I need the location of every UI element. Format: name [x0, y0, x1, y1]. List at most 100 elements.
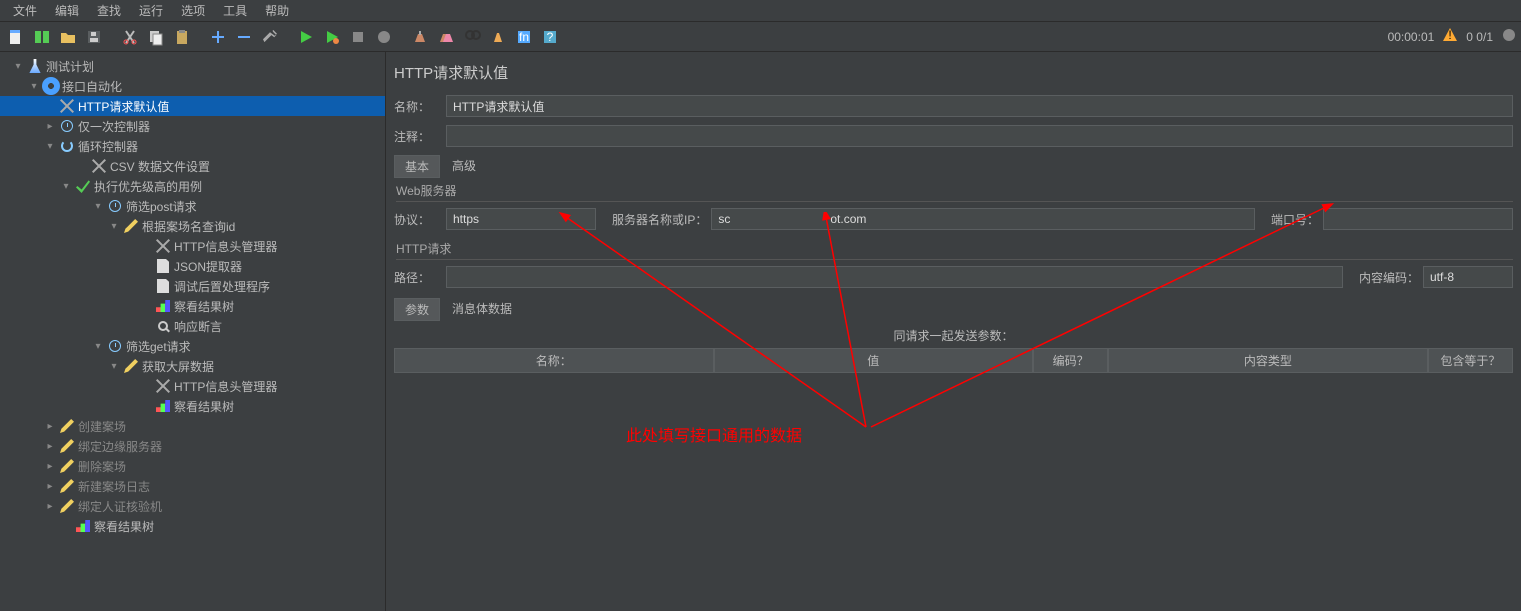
tree-item[interactable]: HTTP请求默认值 — [0, 96, 385, 116]
expander-icon[interactable]: ▾ — [12, 61, 24, 72]
encoding-label: 内容编码： — [1359, 269, 1419, 286]
tree-item[interactable]: ▾接口自动化 — [0, 76, 385, 96]
expander-icon[interactable]: ▸ — [44, 421, 56, 432]
tree-item[interactable]: HTTP信息头管理器 — [0, 236, 385, 256]
clear-all-icon[interactable] — [434, 25, 458, 49]
tree-panel[interactable]: ▾ 测试计划▾接口自动化 HTTP请求默认值 ▸ 仅一次控制器▾循环控制器CSV 数据文… — [0, 52, 386, 611]
expander-icon[interactable]: ▾ — [44, 141, 56, 152]
new-icon[interactable] — [4, 25, 28, 49]
shutdown-icon[interactable] — [372, 25, 396, 49]
expander-icon[interactable]: ▸ — [44, 461, 56, 472]
flask-icon — [27, 58, 43, 74]
encoding-input[interactable] — [1423, 266, 1513, 288]
tab-body[interactable]: 消息体数据 — [442, 298, 522, 321]
templates-icon[interactable] — [30, 25, 54, 49]
expander-icon[interactable]: ▾ — [92, 341, 104, 352]
col-include[interactable]: 包含等于？ — [1428, 348, 1513, 373]
function-icon[interactable]: fn — [512, 25, 536, 49]
menu-file[interactable]: 文件 — [5, 0, 45, 21]
tree-item[interactable]: ▸新建案场日志 — [0, 476, 385, 496]
tree-item[interactable]: ▸删除案场 — [0, 456, 385, 476]
name-input[interactable] — [446, 95, 1513, 117]
warning-icon[interactable]: ! — [1442, 27, 1458, 46]
tree-item-label: HTTP请求默认值 — [78, 98, 169, 115]
port-input[interactable] — [1323, 208, 1513, 230]
expander-icon[interactable]: ▸ — [44, 121, 56, 132]
menu-help[interactable]: 帮助 — [257, 0, 297, 21]
protocol-input[interactable] — [446, 208, 596, 230]
copy-icon[interactable] — [144, 25, 168, 49]
expander-icon[interactable]: ▾ — [60, 181, 72, 192]
tree-item[interactable]: 察看结果树 — [0, 296, 385, 316]
tree-item[interactable]: 调试后置处理程序 — [0, 276, 385, 296]
plus-icon[interactable] — [206, 25, 230, 49]
menu-tools[interactable]: 工具 — [215, 0, 255, 21]
chart-icon — [155, 398, 171, 414]
expander-icon[interactable]: ▾ — [108, 361, 120, 372]
tree-item[interactable]: HTTP信息头管理器 — [0, 376, 385, 396]
expander-icon[interactable]: ▾ — [108, 221, 120, 232]
help-icon[interactable]: ? — [538, 25, 562, 49]
tree-item[interactable]: ▾筛选post请求 — [0, 196, 385, 216]
wrench-icon[interactable] — [258, 25, 282, 49]
tree-item[interactable]: JSON提取器 — [0, 256, 385, 276]
comment-input[interactable] — [446, 125, 1513, 147]
x-icon — [91, 158, 107, 174]
tree-item[interactable]: 察看结果树 — [0, 396, 385, 416]
tree-item[interactable]: 察看结果树 — [0, 516, 385, 536]
tree-item[interactable]: ▾获取大屏数据 — [0, 356, 385, 376]
expander-icon[interactable]: ▾ — [92, 201, 104, 212]
tree-item[interactable]: ▸绑定人证核验机 — [0, 496, 385, 516]
tree-item-label: HTTP信息头管理器 — [174, 378, 277, 395]
tree-item[interactable]: CSV 数据文件设置 — [0, 156, 385, 176]
tree-item[interactable]: ▾根据案场名查询id — [0, 216, 385, 236]
tree-item[interactable]: ▸ 仅一次控制器 — [0, 116, 385, 136]
menu-edit[interactable]: 编辑 — [47, 0, 87, 21]
expander-icon[interactable]: ▸ — [44, 481, 56, 492]
stop-icon[interactable] — [346, 25, 370, 49]
doc-icon — [155, 278, 171, 294]
cut-icon[interactable] — [118, 25, 142, 49]
run-no-pause-icon[interactable] — [320, 25, 344, 49]
tree-item[interactable]: ▾循环控制器 — [0, 136, 385, 156]
save-icon[interactable] — [82, 25, 106, 49]
tick-icon — [75, 178, 91, 194]
pencil-icon — [59, 498, 75, 514]
menu-search[interactable]: 查找 — [89, 0, 129, 21]
tab-basic[interactable]: 基本 — [394, 155, 440, 178]
tab-advanced[interactable]: 高级 — [442, 155, 486, 178]
tab-params[interactable]: 参数 — [394, 298, 440, 321]
reset-search-icon[interactable] — [486, 25, 510, 49]
expander-icon[interactable]: ▸ — [44, 441, 56, 452]
tree-item-label: 察看结果树 — [174, 298, 234, 315]
server-input[interactable] — [711, 208, 1255, 230]
col-encode[interactable]: 编码？ — [1033, 348, 1108, 373]
path-label: 路径： — [394, 269, 442, 286]
col-name[interactable]: 名称： — [394, 348, 714, 373]
search-icon[interactable] — [460, 25, 484, 49]
tree-item[interactable]: ▾ 执行优先级高的用例 — [0, 176, 385, 196]
run-icon[interactable] — [294, 25, 318, 49]
menu-options[interactable]: 选项 — [173, 0, 213, 21]
path-input[interactable] — [446, 266, 1343, 288]
paste-icon[interactable] — [170, 25, 194, 49]
tree-item[interactable]: ▾ 测试计划 — [0, 56, 385, 76]
tree-item-label: 测试计划 — [46, 58, 94, 75]
params-header: 同请求一起发送参数： — [394, 327, 1513, 344]
tree-item-label: 仅一次控制器 — [78, 118, 150, 135]
tree-item-label: 执行优先级高的用例 — [94, 178, 202, 195]
tree-item-label: 绑定边缘服务器 — [78, 438, 162, 455]
minus-icon[interactable] — [232, 25, 256, 49]
expander-icon[interactable]: ▾ — [28, 81, 40, 92]
col-value[interactable]: 值 — [714, 348, 1034, 373]
tree-item[interactable]: 响应断言 — [0, 316, 385, 336]
expander-icon[interactable]: ▸ — [44, 501, 56, 512]
clear-icon[interactable] — [408, 25, 432, 49]
elapsed-time: 00:00:01 — [1388, 30, 1435, 44]
col-type[interactable]: 内容类型 — [1108, 348, 1428, 373]
tree-item[interactable]: ▸ 绑定边缘服务器 — [0, 436, 385, 456]
open-icon[interactable] — [56, 25, 80, 49]
menu-run[interactable]: 运行 — [131, 0, 171, 21]
tree-item[interactable]: ▸创建案场 — [0, 416, 385, 436]
tree-item[interactable]: ▾筛选get请求 — [0, 336, 385, 356]
